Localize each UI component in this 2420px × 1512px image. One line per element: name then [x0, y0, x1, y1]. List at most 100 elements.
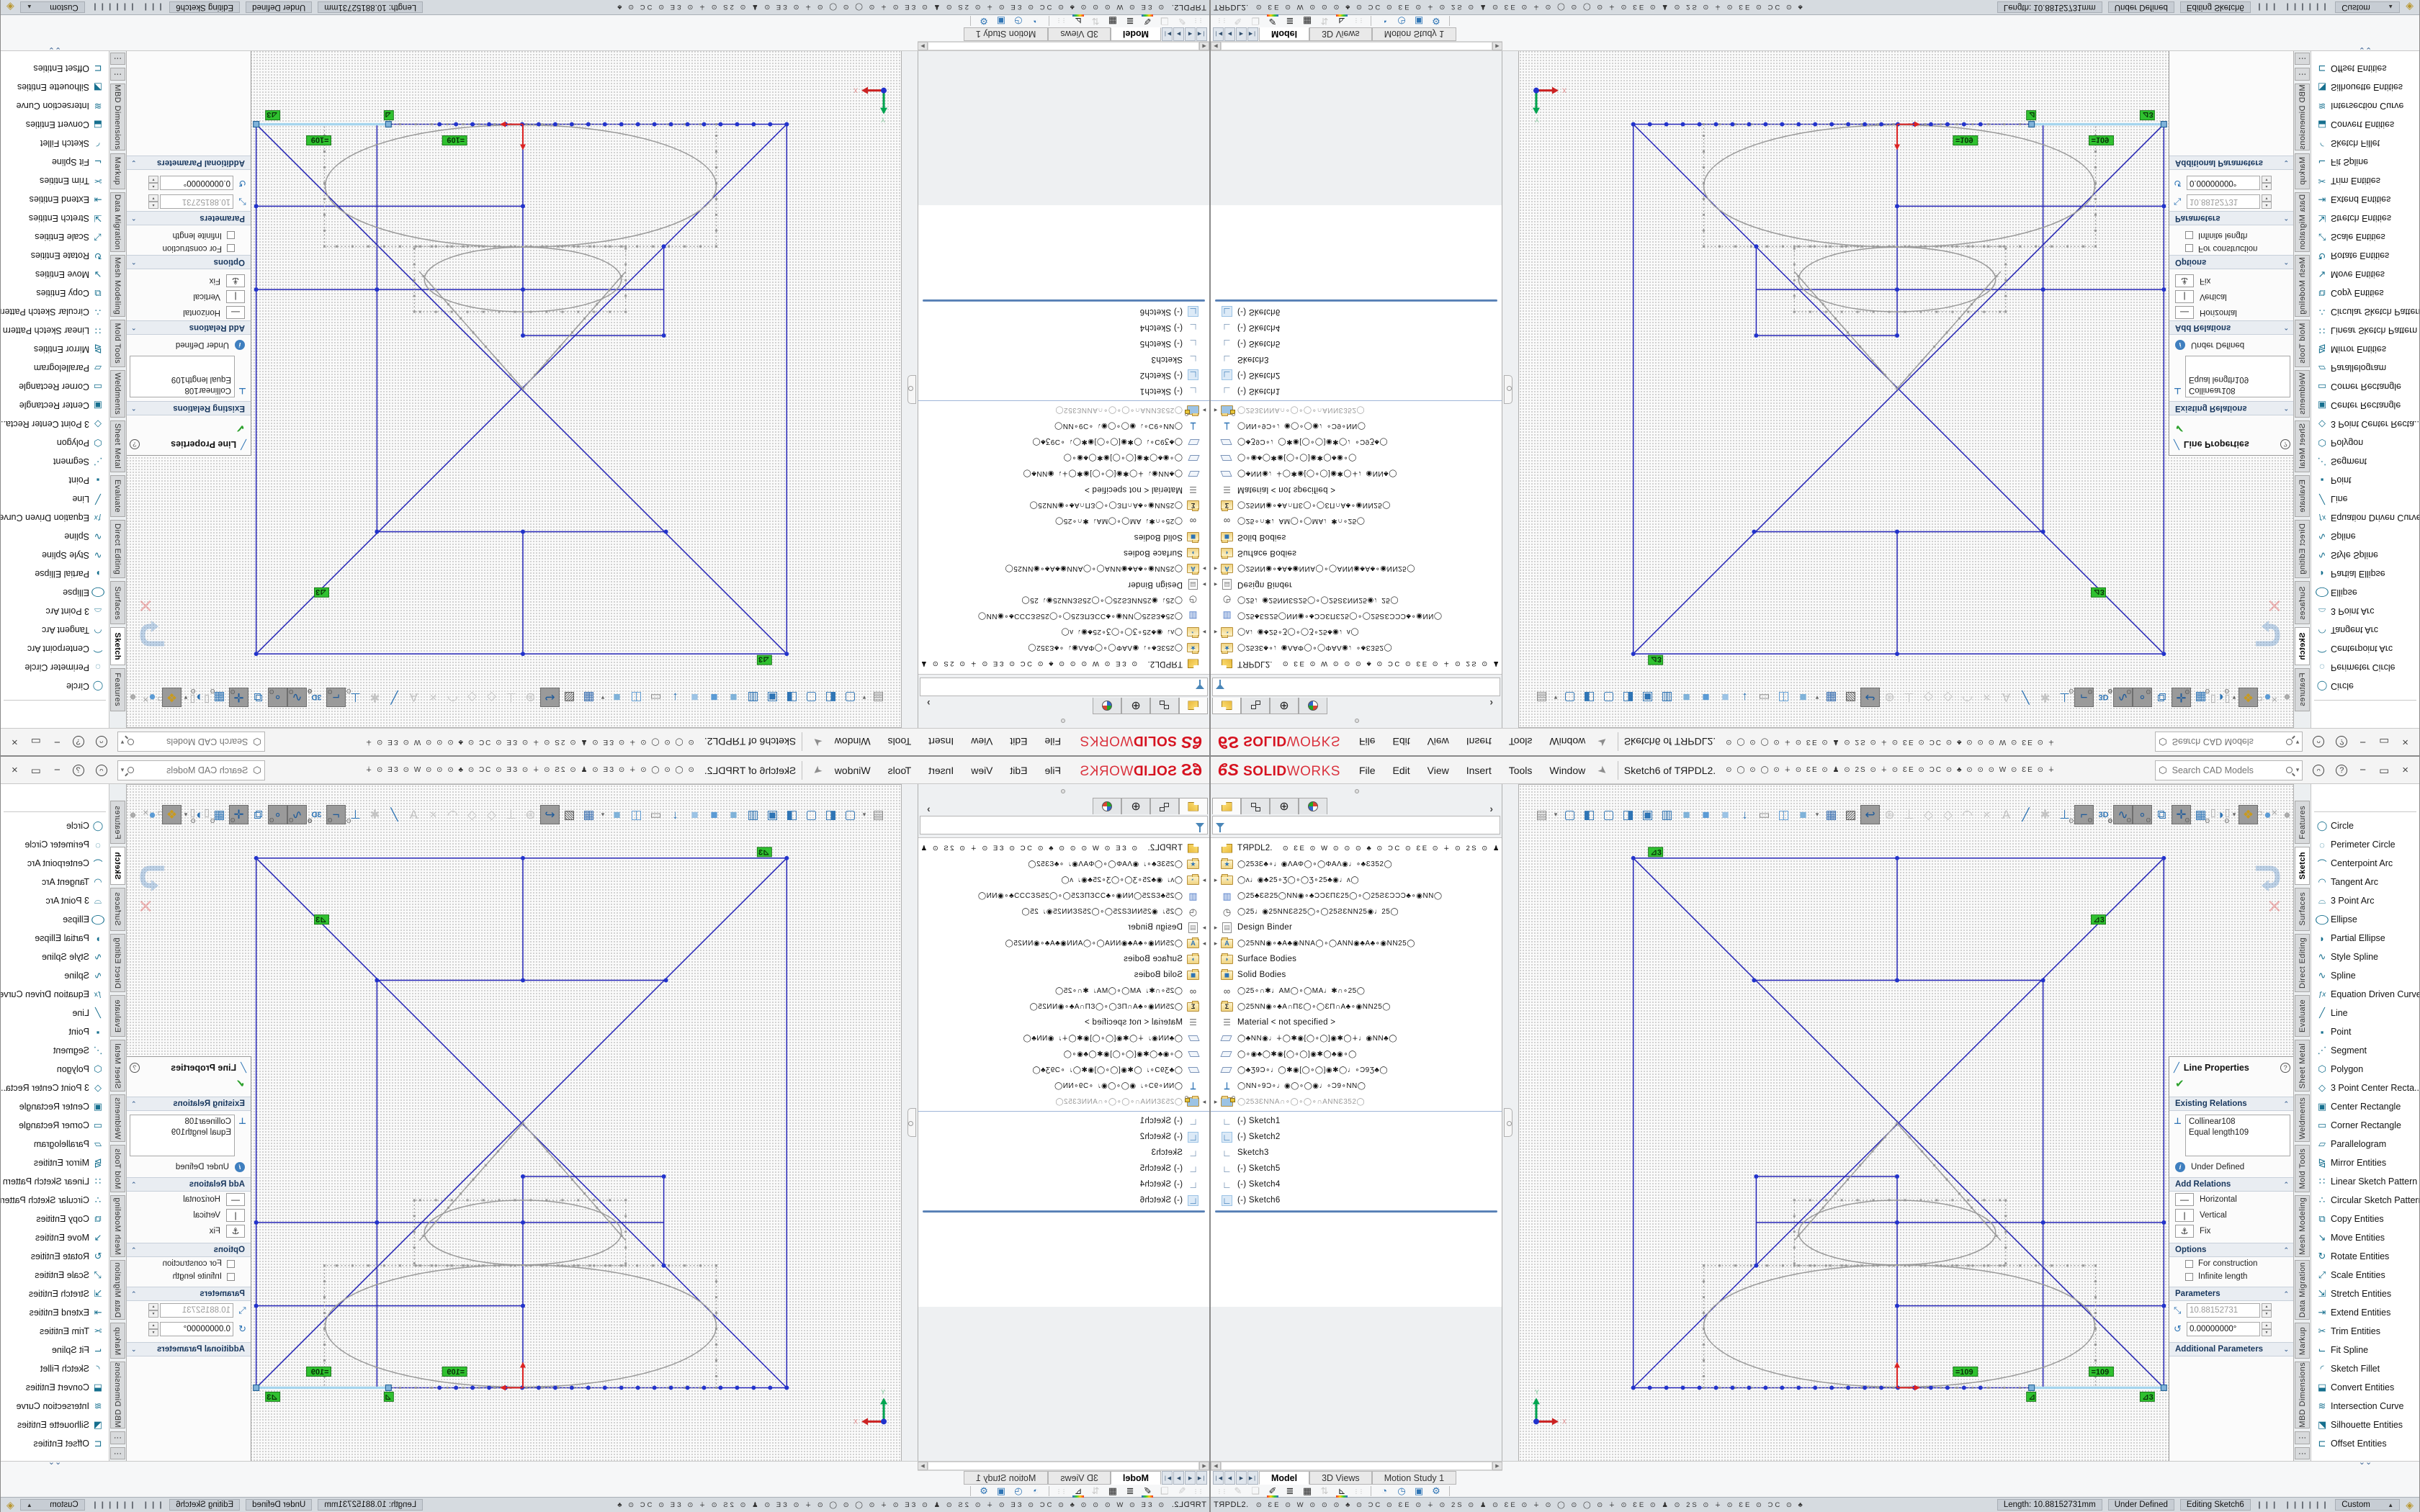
hud-tool-icon[interactable]: ▾ — [599, 688, 607, 707]
tab-display-tree[interactable] — [1241, 698, 1270, 714]
tree-item[interactable]: ◷◯25♩◉25ΝΝƐƧ25◯∘◯25ƧƐΝΝ25◉♩25◯ — [918, 904, 1209, 919]
tool-mirror-entities[interactable]: ⧎Mirror Entities — [1, 1153, 109, 1172]
hud-tool-icon[interactable]: ▢ — [1560, 688, 1579, 707]
bottom-tool-icon[interactable]: ▣ — [992, 1485, 1010, 1497]
horizontal-scrollbar[interactable]: ◀ ▶ — [1211, 41, 1502, 50]
hud-tool-icon[interactable]: ⊥ — [1899, 805, 1919, 824]
hud-tool-icon[interactable]: ✛ʘ — [229, 805, 248, 824]
tool-extend-entities[interactable]: ⇥Extend Entities — [1, 190, 109, 209]
add-relation-fix[interactable]: ⚓Fix — [2169, 273, 2293, 289]
bottom-tool-icon[interactable]: ❏ — [1156, 1485, 1173, 1497]
bottom-tool-icon[interactable]: ▦ — [1104, 15, 1121, 27]
tree-item-sketch[interactable]: ∟(-) Sketch1 — [918, 383, 1209, 399]
hud-tool-icon[interactable]: A — [404, 805, 424, 824]
hud-tool-icon[interactable]: A — [404, 688, 424, 707]
horizontal-scrollbar[interactable]: ◀ ▶ — [1211, 1462, 1502, 1471]
panel-collapse-handle[interactable] — [908, 1108, 916, 1137]
tree-item[interactable]: ◼Solid Bodies — [1211, 529, 1502, 545]
tree-item[interactable]: ◗Surface Bodies — [918, 951, 1209, 967]
tool-point[interactable]: ▪Point — [2311, 471, 2419, 490]
section-parameters[interactable]: Parameters⌃ — [127, 211, 251, 225]
tree-filter-input[interactable] — [1212, 816, 1500, 834]
side-tab-sheet-metal[interactable]: Sheet Metal — [110, 1040, 125, 1092]
tool-linear-sketch-pattern[interactable]: ∷Linear Sketch Pattern — [2311, 321, 2419, 340]
hud-tool-icon[interactable]: 3Dʘ — [2094, 688, 2113, 707]
side-tab-evaluate[interactable]: Evaluate — [2295, 995, 2310, 1037]
hud-tool-icon[interactable]: ■ — [607, 688, 627, 707]
help-icon[interactable]: ? — [2336, 765, 2347, 776]
tree-item[interactable]: ▸A◯25ΝΝ◉∘♣Α♣◉ΝΝΑ◯∘◯ΑΝΝ◉♣Α♣∘◉ΝΝ25◯ — [918, 561, 1209, 577]
tool-trim-entities[interactable]: ✂Trim Entities — [2311, 1322, 2419, 1341]
tool-intersection-curve[interactable]: ≋Intersection Curve — [2311, 1397, 2419, 1416]
tool-convert-entities[interactable]: ⬓Convert Entities — [2311, 1378, 2419, 1397]
section-options[interactable]: Options⌃ — [127, 255, 251, 269]
checkbox-icon[interactable] — [2185, 1260, 2193, 1268]
tree-item[interactable]: ★◯253Ɛ♣∘♩◉ΛΑΦ◯∘◯ΦΑΛ◉♩∘♣Ɛ352◯ — [918, 640, 1209, 656]
side-tab-direct-editing[interactable]: Direct Editing — [110, 520, 125, 578]
parameter-input[interactable] — [160, 1322, 233, 1336]
hud-tool-icon[interactable]: ▢ — [841, 688, 860, 707]
hud-tool-icon[interactable]: ▦ — [579, 688, 599, 707]
tool-offset-entities[interactable]: ⊏Offset Entities — [1, 59, 109, 78]
hud-tool-icon[interactable]: 3Dʘ — [307, 805, 326, 824]
tool-silhouette-entities[interactable]: ⬔Silhouette Entities — [2311, 1416, 2419, 1434]
scroll-track[interactable] — [928, 1462, 1199, 1470]
exit-sketch-icon[interactable] — [2249, 615, 2282, 648]
tab-nav-icon[interactable]: ▶ — [1236, 1471, 1247, 1485]
tab-nav-icon[interactable]: ▶❘ — [1247, 27, 1258, 41]
menu-insert[interactable]: Insert — [1458, 737, 1500, 748]
relations-list[interactable]: Collinear108Equal length109 — [130, 356, 235, 397]
menu-view[interactable]: View — [962, 737, 1001, 748]
tree-item-sketch[interactable]: ∟(-) Sketch6 — [1211, 1192, 1502, 1208]
tab-nav-icon[interactable]: ▶❘ — [1247, 1471, 1258, 1485]
tool-line[interactable]: ╱Line — [1, 1004, 109, 1022]
menu-window[interactable]: Window — [826, 737, 879, 748]
search-input[interactable] — [2171, 737, 2284, 748]
parameter-input[interactable] — [160, 194, 233, 209]
hud-tool-icon[interactable]: ▤ — [869, 805, 888, 824]
panel-expand-icon[interactable]: › — [927, 698, 931, 709]
hud-tool-icon[interactable]: ⌐ʘ — [326, 688, 346, 707]
section-add-relations[interactable]: Add Relations⌃ — [127, 320, 251, 335]
bottom-tool-icon[interactable]: ❏ — [1156, 15, 1173, 27]
side-tab-weldments[interactable]: Weldments — [110, 1094, 125, 1142]
add-relation-vertical[interactable]: |Vertical — [127, 1207, 251, 1223]
hud-tool-icon[interactable]: ⊜ — [1880, 805, 1899, 824]
hud-tool-icon[interactable]: ▨ — [1841, 688, 1860, 707]
spinner[interactable]: ▲▼ — [2262, 194, 2272, 209]
checkbox-icon[interactable] — [227, 232, 235, 240]
cancel-sketch-icon[interactable]: × — [2267, 598, 2282, 613]
tab-property-manager[interactable]: ⊕ — [1270, 798, 1299, 814]
bottom-tool-icon[interactable]: ▦ — [1299, 1485, 1316, 1497]
tool-parallelogram[interactable]: ▱Parallelogram — [2311, 1135, 2419, 1153]
tab-feature-manager[interactable] — [1179, 698, 1208, 714]
tree-item[interactable]: ◯♣Ʒ9Ɔ∘♩◯✱◉[◯∘◯]◉✱◯♩∘Ɔ9Ʒ♣◯ — [1211, 1062, 1502, 1078]
tool-stretch-entities[interactable]: ⇲Stretch Entities — [2311, 209, 2419, 228]
hud-tool-icon[interactable]: ■ — [704, 805, 724, 824]
add-relation-vertical[interactable]: |Vertical — [2169, 289, 2293, 305]
tab-display-tree[interactable] — [1150, 698, 1179, 714]
expand-icon[interactable]: ▸ — [1211, 581, 1221, 589]
bottom-tool-icon[interactable]: ▣ — [1410, 15, 1428, 27]
tree-item[interactable]: ◯♣ΝΝ◉♩∔◯✱◉[◯∘◯]◉✱◯∔♩◉ΝΝ♣◯ — [918, 466, 1209, 482]
tree-item-sketch[interactable]: ∟(-) Sketch5 — [918, 336, 1209, 351]
tool-move-entities[interactable]: ↘Move Entities — [1, 1228, 109, 1247]
spinner[interactable]: ▲▼ — [2262, 1303, 2272, 1318]
hud-tool-icon[interactable]: ✛ʘ — [229, 688, 248, 707]
tool-intersection-curve[interactable]: ≋Intersection Curve — [1, 1397, 109, 1416]
tool-corner-rectangle[interactable]: ▭Corner Rectangle — [2311, 377, 2419, 396]
hud-tool-icon[interactable]: ▦ʘ — [210, 688, 229, 707]
tool-silhouette-entities[interactable]: ⬔Silhouette Entities — [2311, 78, 2419, 96]
tool-parallelogram[interactable]: ▱Parallelogram — [1, 359, 109, 377]
rollback-bar[interactable] — [923, 300, 1205, 302]
tool-ellipse[interactable]: ◯Ellipse — [2311, 583, 2419, 602]
tool-stretch-entities[interactable]: ⇲Stretch Entities — [1, 209, 109, 228]
bottom-tool-icon[interactable]: ◷ — [1393, 15, 1410, 27]
tool-partial-ellipse[interactable]: ◗Partial Ellipse — [1, 929, 109, 948]
side-tab-mold-tools[interactable]: Mold Tools — [110, 320, 125, 367]
side-tab--[interactable]: ⋮ — [110, 1431, 125, 1444]
tree-item-sketch[interactable]: ∟(-) Sketch4 — [918, 320, 1209, 336]
scroll-right-icon[interactable]: ▶ — [918, 1462, 928, 1470]
parameter-input[interactable] — [2187, 176, 2260, 190]
tree-item[interactable]: ◯∘◉♣◯✱◉[◯∘◯]◉✱◯♣◉∘◯ — [918, 450, 1209, 466]
